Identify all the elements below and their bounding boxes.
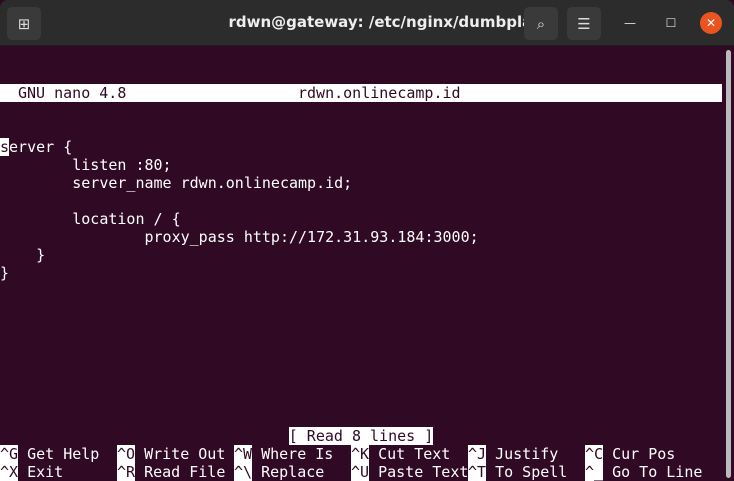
shortcut-item[interactable]: ^G Get Help [0,445,117,463]
close-icon: ✕ [705,16,717,30]
editor-line: } [0,246,46,265]
maximize-icon: ☐ [665,16,677,30]
nano-header: GNU nano 4.8 rdwn.onlinecamp.id [0,84,722,103]
shortcut-item[interactable]: ^W Where Is [234,445,351,463]
minimize-icon: — [624,16,636,30]
shortcut-key: ^J [468,445,487,463]
nano-version: GNU nano 4.8 [18,84,127,103]
shortcut-item[interactable]: ^_ Go To Line [585,463,702,481]
search-icon: ⌕ [536,14,546,33]
shortcut-item[interactable]: ^U Paste Text [351,463,468,481]
shortcut-row-1: ^G Get Help ^O Write Out ^W Where Is ^K Cut… [0,445,702,463]
shortcut-key: ^R [117,463,136,481]
scrollbar[interactable] [726,50,731,478]
search-button[interactable]: ⌕ [524,7,558,40]
status-message: [ Read 8 lines ] [288,427,434,445]
shortcut-item[interactable]: ^\ Replace [234,463,351,481]
shortcut-label: Read File [135,463,226,481]
nano-filename: rdwn.onlinecamp.id [298,84,461,103]
shortcut-item[interactable]: ^O Write Out [117,445,234,463]
shortcut-label: Replace [252,463,325,481]
shortcut-label: Cut Text [369,445,451,463]
shortcut-key: ^_ [585,463,604,481]
shortcut-label: Justify [486,445,559,463]
shortcut-label: Cur Pos [603,445,676,463]
maximize-button[interactable]: ☐ [660,12,682,34]
editor-line: server { [0,138,73,157]
shortcut-key: ^U [351,463,370,481]
shortcut-item[interactable]: ^X Exit [0,463,117,481]
terminal[interactable]: GNU nano 4.8 rdwn.onlinecamp.id server { … [0,48,722,481]
shortcut-label: Paste Text [369,463,469,481]
shortcut-item[interactable]: ^C Cur Pos [585,445,702,463]
shortcut-key: ^T [468,463,487,481]
shortcut-label: Go To Line [603,463,703,481]
shortcut-label: Where Is [252,445,334,463]
close-button[interactable]: ✕ [700,12,722,34]
shortcut-label: To Spell [486,463,568,481]
shortcut-label: Write Out [135,445,226,463]
shortcut-key: ^K [351,445,370,463]
title-bar: ⊞ rdwn@gateway: /etc/nginx/dumbplay ⌕ ☰ … [0,0,734,46]
menu-button[interactable]: ☰ [567,7,601,40]
minimize-button[interactable]: — [619,12,641,34]
shortcut-label: Get Help [18,445,100,463]
editor-line: } [0,264,10,283]
editor-content[interactable]: server { listen :80; server_name rdwn.on… [0,138,722,282]
shortcut-row-2: ^X Exit ^R Read File ^\ Replace ^U Paste Te… [0,463,702,481]
shortcut-label: Exit [18,463,64,481]
shortcut-key: ^O [117,445,136,463]
new-tab-icon: ⊞ [17,14,31,33]
editor-line: server_name rdwn.onlinecamp.id; [0,174,353,193]
shortcut-key: ^G [0,445,19,463]
shortcut-item[interactable]: ^R Read File [117,463,234,481]
status-bar: [ Read 8 lines ] [0,427,722,445]
shortcut-key: ^W [234,445,253,463]
editor-line: proxy_pass http://172.31.93.184:3000; [0,228,479,247]
editor-line: location / { [0,210,181,229]
cursor: s [0,138,10,157]
shortcut-item[interactable]: ^T To Spell [468,463,585,481]
editor-line: listen :80; [0,156,172,175]
shortcut-key: ^C [585,445,604,463]
shortcut-item[interactable]: ^J Justify [468,445,585,463]
shortcut-key: ^X [0,463,19,481]
shortcut-key: ^\ [234,463,253,481]
hamburger-icon: ☰ [577,14,591,33]
shortcut-item[interactable]: ^K Cut Text [351,445,468,463]
